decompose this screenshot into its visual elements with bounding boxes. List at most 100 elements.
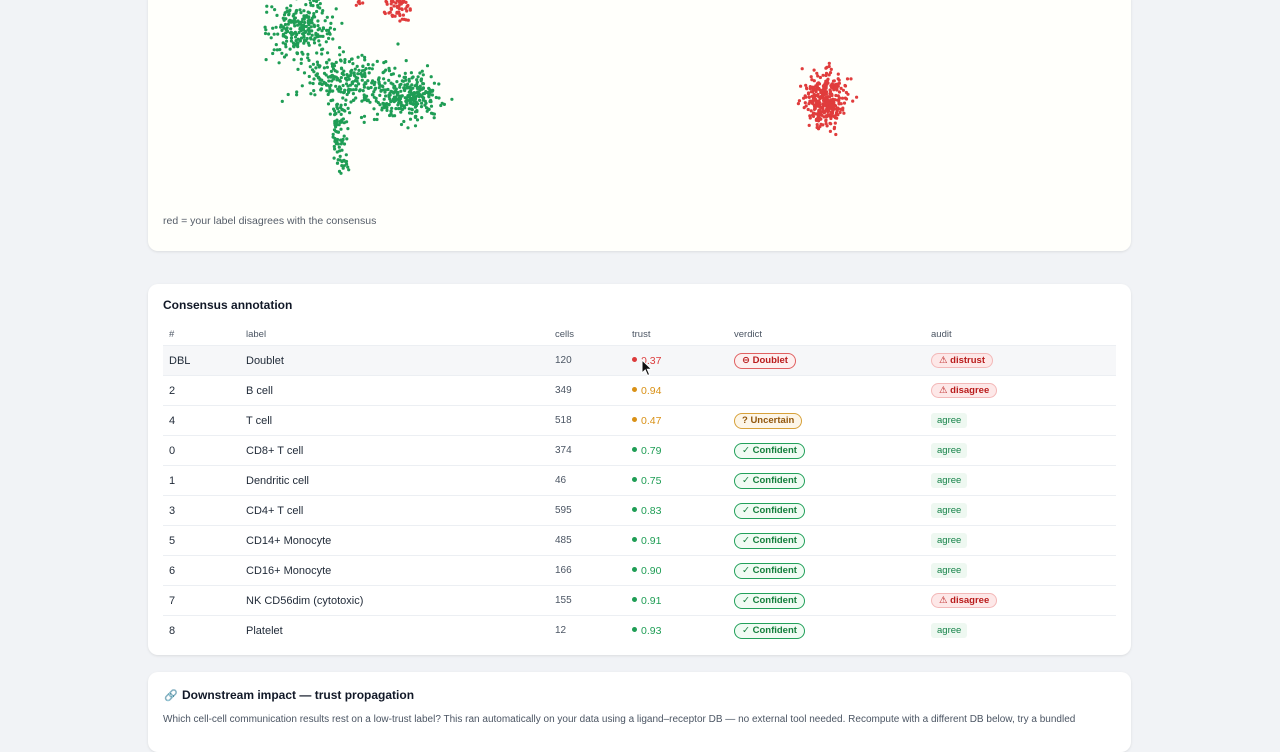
cluster-label: Platelet bbox=[240, 616, 549, 646]
table-row[interactable]: 5CD14+ Monocyte4850.91✓ Confidentagree bbox=[163, 526, 1116, 556]
cell-point bbox=[303, 21, 306, 24]
cell-point bbox=[450, 98, 453, 101]
cell-point bbox=[403, 106, 406, 109]
cell-point bbox=[409, 9, 412, 12]
cell-point bbox=[417, 86, 420, 89]
table-row[interactable]: 8Platelet120.93✓ Confidentagree bbox=[163, 616, 1116, 646]
cell-point bbox=[812, 112, 815, 115]
cell-point bbox=[363, 69, 366, 72]
table-row[interactable]: 6CD16+ Monocyte1660.90✓ Confidentagree bbox=[163, 556, 1116, 586]
audit-badge[interactable]: agree bbox=[931, 413, 967, 428]
cell-point bbox=[378, 86, 381, 89]
cell-point bbox=[807, 108, 810, 111]
cell-point bbox=[315, 10, 318, 13]
cell-point bbox=[403, 76, 406, 79]
cell-point bbox=[353, 71, 356, 74]
cell-point bbox=[349, 84, 352, 87]
cell-point bbox=[424, 91, 427, 94]
header-trust[interactable]: trust bbox=[626, 324, 728, 346]
trust-value: 0.75 bbox=[641, 475, 661, 487]
cell-point bbox=[307, 59, 310, 62]
audit-badge[interactable]: agree bbox=[931, 563, 967, 578]
cell-point bbox=[338, 123, 341, 126]
cell-point bbox=[319, 35, 322, 38]
table-row[interactable]: 1Dendritic cell460.75✓ Confidentagree bbox=[163, 466, 1116, 496]
cell-point bbox=[296, 24, 299, 27]
cell-point bbox=[406, 99, 409, 102]
cell-point bbox=[420, 116, 423, 119]
header-verdict[interactable]: verdict bbox=[728, 324, 925, 346]
cell-point bbox=[410, 83, 413, 86]
table-row[interactable]: 4T cell5180.47? Uncertainagree bbox=[163, 406, 1116, 436]
cell-point bbox=[396, 92, 399, 95]
table-row[interactable]: 2B cell3490.94⚠ disagree bbox=[163, 376, 1116, 406]
header-label[interactable]: label bbox=[240, 324, 549, 346]
cell-point bbox=[339, 155, 342, 158]
cell-point bbox=[822, 74, 825, 77]
audit-badge[interactable]: ⚠ disagree bbox=[931, 593, 997, 608]
cell-count: 518 bbox=[549, 406, 626, 436]
cell-point bbox=[410, 71, 413, 74]
cell-point bbox=[386, 88, 389, 91]
audit-badge[interactable]: agree bbox=[931, 623, 967, 638]
cell-point bbox=[390, 2, 393, 5]
cell-point bbox=[300, 62, 303, 65]
cell-point bbox=[418, 99, 421, 102]
cell-point bbox=[836, 107, 839, 110]
audit-badge[interactable]: agree bbox=[931, 443, 967, 458]
audit-badge[interactable]: agree bbox=[931, 503, 967, 518]
header-id[interactable]: # bbox=[163, 324, 240, 346]
cell-point bbox=[393, 100, 396, 103]
cell-point bbox=[377, 81, 380, 84]
cell-count: 166 bbox=[549, 556, 626, 586]
cell-point bbox=[366, 79, 369, 82]
table-row[interactable]: 0CD8+ T cell3740.79✓ Confidentagree bbox=[163, 436, 1116, 466]
verdict-badge: ✓ Confident bbox=[734, 503, 805, 519]
cell-point bbox=[373, 118, 376, 121]
cell-point bbox=[395, 80, 398, 83]
cell-point bbox=[316, 4, 319, 7]
cell-point bbox=[811, 90, 814, 93]
cell-point bbox=[825, 122, 828, 125]
cluster-id: DBL bbox=[163, 346, 240, 376]
cell-point bbox=[399, 90, 402, 93]
table-row[interactable]: DBLDoublet1200.37⊖ Doublet⚠ distrust bbox=[163, 346, 1116, 376]
cell-point bbox=[343, 58, 346, 61]
cell-point bbox=[339, 158, 342, 161]
table-row[interactable]: 3CD4+ T cell5950.83✓ Confidentagree bbox=[163, 496, 1116, 526]
cell-point bbox=[351, 62, 354, 65]
cell-point bbox=[814, 94, 817, 97]
cell-point bbox=[818, 97, 821, 100]
cell-point bbox=[828, 62, 831, 65]
audit-badge[interactable]: agree bbox=[931, 473, 967, 488]
cell-point bbox=[834, 94, 837, 97]
cell-point bbox=[422, 87, 425, 90]
cell-point bbox=[356, 77, 359, 80]
link-icon: 🔗 bbox=[164, 689, 178, 702]
cell-point bbox=[342, 167, 345, 170]
cell-point bbox=[851, 100, 854, 103]
audit-badge[interactable]: ⚠ distrust bbox=[931, 353, 993, 368]
header-cells[interactable]: cells bbox=[549, 324, 626, 346]
cell-point bbox=[826, 78, 829, 81]
cell-point bbox=[400, 123, 403, 126]
cell-point bbox=[414, 116, 417, 119]
cell-point bbox=[306, 37, 309, 40]
cell-point bbox=[846, 77, 849, 80]
audit-cell: ⚠ distrust bbox=[925, 346, 1116, 376]
cell-point bbox=[287, 93, 290, 96]
cell-point bbox=[329, 22, 332, 25]
cell-point bbox=[818, 117, 821, 120]
cell-point bbox=[398, 96, 401, 99]
cell-point bbox=[358, 89, 361, 92]
header-audit[interactable]: audit bbox=[925, 324, 1116, 346]
cell-point bbox=[336, 162, 339, 165]
cell-point bbox=[361, 65, 364, 68]
cell-point bbox=[384, 60, 387, 63]
cell-point bbox=[326, 66, 329, 69]
cell-point bbox=[344, 99, 347, 102]
table-row[interactable]: 7NK CD56dim (cytotoxic)1550.91✓ Confiden… bbox=[163, 586, 1116, 616]
cluster-id: 0 bbox=[163, 436, 240, 466]
audit-badge[interactable]: ⚠ disagree bbox=[931, 383, 997, 398]
audit-badge[interactable]: agree bbox=[931, 533, 967, 548]
